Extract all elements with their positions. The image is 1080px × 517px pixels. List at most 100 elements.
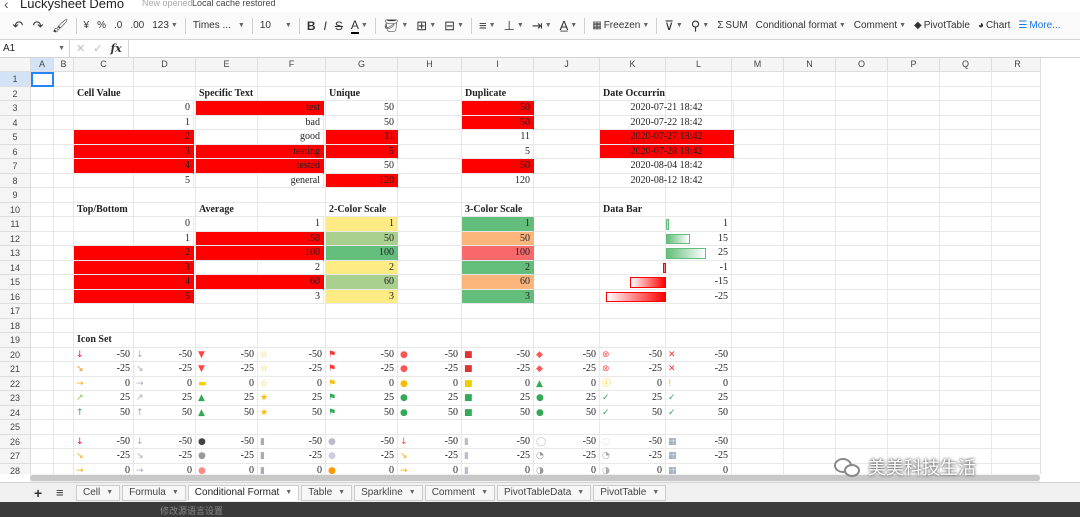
section-header[interactable]: 3-Color Scale: [462, 202, 534, 217]
grid-cell[interactable]: [836, 159, 888, 174]
grid-cell[interactable]: [600, 333, 666, 348]
grid-cell[interactable]: [836, 260, 888, 275]
grid-cell[interactable]: [666, 333, 732, 348]
icon-set-cell[interactable]: ● -50: [398, 347, 462, 362]
sheet-tab[interactable]: Table ▼: [301, 485, 353, 501]
icon-set-cell[interactable]: ⚑ 50: [326, 405, 398, 420]
specific-text-cell[interactable]: good: [196, 130, 324, 145]
grid-cell[interactable]: [992, 261, 1040, 275]
sheet-list-icon[interactable]: ≡: [56, 485, 64, 500]
sheet-tab[interactable]: PivotTable ▼: [593, 485, 667, 501]
two-color-scale-cell[interactable]: 60: [326, 275, 398, 290]
grid-cell[interactable]: [134, 86, 196, 101]
grid-cell[interactable]: [992, 130, 1040, 145]
grid-cell[interactable]: [784, 217, 836, 232]
grid-cell[interactable]: [31, 188, 54, 203]
grid-cell[interactable]: [31, 101, 54, 116]
grid-cell[interactable]: [888, 130, 940, 145]
grid-cell[interactable]: [732, 86, 784, 101]
grid-cell[interactable]: [54, 391, 74, 406]
top-bottom-cell[interactable]: 3: [74, 260, 194, 275]
average-cell[interactable]: 3: [196, 289, 324, 304]
grid-cell[interactable]: [534, 318, 600, 333]
icon-set-cell[interactable]: ▮ -25: [462, 449, 534, 464]
sheet-tab[interactable]: Comment ▼: [424, 485, 495, 501]
grid-cell[interactable]: [836, 434, 888, 449]
grid-cell[interactable]: [74, 304, 134, 319]
undo-icon[interactable]: ↶: [8, 15, 28, 37]
three-color-scale-cell[interactable]: 60: [462, 275, 534, 290]
grid-cell[interactable]: [732, 217, 784, 232]
grid-cell[interactable]: [992, 449, 1040, 464]
grid-cell[interactable]: [940, 376, 992, 391]
grid-cell[interactable]: [888, 434, 940, 449]
grid-cell[interactable]: [784, 347, 836, 362]
chevron-down-icon[interactable]: ▼: [172, 486, 179, 500]
average-cell[interactable]: 60: [196, 275, 324, 290]
icon-set-cell[interactable]: ▮ -50: [462, 434, 534, 449]
name-box[interactable]: A1 ▼: [0, 39, 70, 58]
icon-set-cell[interactable]: ▲ 50: [196, 405, 258, 420]
grid-cell[interactable]: [74, 318, 134, 333]
grid-cell[interactable]: [992, 304, 1040, 319]
grid-cell[interactable]: [534, 246, 600, 261]
icon-set-cell[interactable]: ▮ -25: [258, 449, 326, 464]
grid-cell[interactable]: [888, 289, 940, 304]
grid-cell[interactable]: [54, 362, 74, 377]
grid-cell[interactable]: [666, 72, 732, 87]
grid-cell[interactable]: [462, 188, 534, 203]
row-header-10[interactable]: 10: [0, 202, 31, 217]
grid-cell[interactable]: [888, 376, 940, 391]
section-header[interactable]: Unique: [326, 86, 398, 101]
row-header-13[interactable]: 13: [0, 246, 31, 261]
grid-cell[interactable]: [940, 420, 992, 435]
icon-set-cell[interactable]: ● -25: [196, 449, 258, 464]
icon-set-cell[interactable]: ✕ -50: [666, 347, 732, 362]
grid-cell[interactable]: [888, 217, 940, 232]
icon-set-cell[interactable]: ★ 50: [258, 405, 326, 420]
icon-set-cell[interactable]: ■ 25: [462, 391, 534, 406]
grid-cell[interactable]: [732, 260, 784, 275]
grid-cell[interactable]: [836, 376, 888, 391]
cancel-icon[interactable]: ✕: [76, 42, 85, 55]
row-header-25[interactable]: 25: [0, 420, 31, 435]
grid-cell[interactable]: [398, 173, 462, 188]
grid-cell[interactable]: [326, 318, 398, 333]
grid-cell[interactable]: [836, 275, 888, 290]
column-header-f[interactable]: F: [258, 58, 326, 72]
grid-cell[interactable]: [940, 362, 992, 377]
grid-cell[interactable]: [992, 362, 1040, 377]
grid-cell[interactable]: [398, 318, 462, 333]
grid-cell[interactable]: [992, 391, 1040, 406]
grid-cell[interactable]: [732, 362, 784, 377]
grid-cell[interactable]: [600, 304, 666, 319]
grid-cell[interactable]: [462, 72, 534, 87]
grid-cell[interactable]: [732, 188, 784, 203]
icon-set-cell[interactable]: ↘ -25: [74, 449, 134, 464]
grid-cell[interactable]: [784, 72, 836, 87]
icon-set-cell[interactable]: ⊗ -50: [600, 347, 666, 362]
grid-cell[interactable]: [134, 318, 196, 333]
unique-cell[interactable]: 50: [326, 115, 398, 130]
icon-set-cell[interactable]: ▮ -50: [258, 434, 326, 449]
grid-cell[interactable]: [54, 144, 74, 159]
grid-cell[interactable]: [888, 405, 940, 420]
three-color-scale-cell[interactable]: 3: [462, 289, 534, 304]
grid-cell[interactable]: [836, 101, 888, 116]
grid-cell[interactable]: [600, 260, 666, 275]
grid-cell[interactable]: [31, 347, 54, 362]
grid-cell[interactable]: [992, 290, 1040, 304]
grid-cell[interactable]: [836, 115, 888, 130]
specific-text-cell[interactable]: test: [196, 101, 324, 116]
grid-cell[interactable]: [732, 144, 784, 159]
grid-cell[interactable]: [732, 463, 784, 474]
column-header-r[interactable]: R: [992, 58, 1040, 72]
grid-cell[interactable]: [784, 144, 836, 159]
grid-cell[interactable]: [31, 405, 54, 420]
grid-cell[interactable]: [888, 115, 940, 130]
row-header-5[interactable]: 5: [0, 130, 31, 145]
date-cell[interactable]: 2020-07-21 18:42: [600, 101, 734, 116]
duplicate-cell[interactable]: 50: [462, 101, 534, 116]
grid-cell[interactable]: [732, 173, 784, 188]
increase-decimal-button[interactable]: .00: [126, 15, 148, 37]
